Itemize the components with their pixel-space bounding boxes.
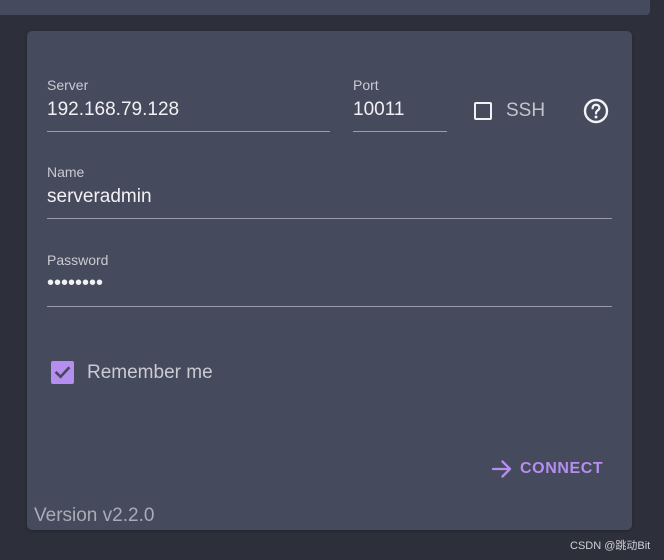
connect-label: CONNECT [520,460,604,477]
name-input[interactable]: serveradmin [47,186,612,208]
connection-panel: Server 192.168.79.128 Port 10011 SSH Nam… [27,31,632,530]
ssh-checkbox[interactable]: SSH [474,99,545,123]
checkmark-icon[interactable] [51,361,74,384]
watermark: CSDN @跳动Bit [570,540,651,552]
name-field[interactable]: Name serveradmin [47,164,612,220]
port-input[interactable]: 10011 [353,99,447,121]
name-label: Name [47,164,85,180]
password-label: Password [47,252,109,268]
arrow-right-icon [491,460,512,478]
server-underline [47,131,330,132]
ssh-checkbox-box[interactable] [474,102,492,120]
port-label: Port [353,77,379,93]
server-input[interactable]: 192.168.79.128 [47,99,330,121]
name-underline [47,218,612,219]
help-circle-icon[interactable] [583,98,609,124]
password-input[interactable]: •••••••• [47,272,612,295]
connect-button[interactable]: CONNECT [490,455,603,483]
server-field[interactable]: Server 192.168.79.128 [47,77,330,133]
password-field[interactable]: Password •••••••• [47,252,612,308]
remember-me-checkbox[interactable]: Remember me [51,361,213,384]
ssh-label: SSH [506,100,546,121]
version-text: Version v2.2.0 [34,505,155,526]
remember-me-label: Remember me [87,361,213,383]
port-underline [353,131,447,132]
port-field[interactable]: Port 10011 [353,77,447,133]
server-label: Server [47,77,89,93]
top-bar [0,0,650,15]
password-underline [47,306,612,307]
